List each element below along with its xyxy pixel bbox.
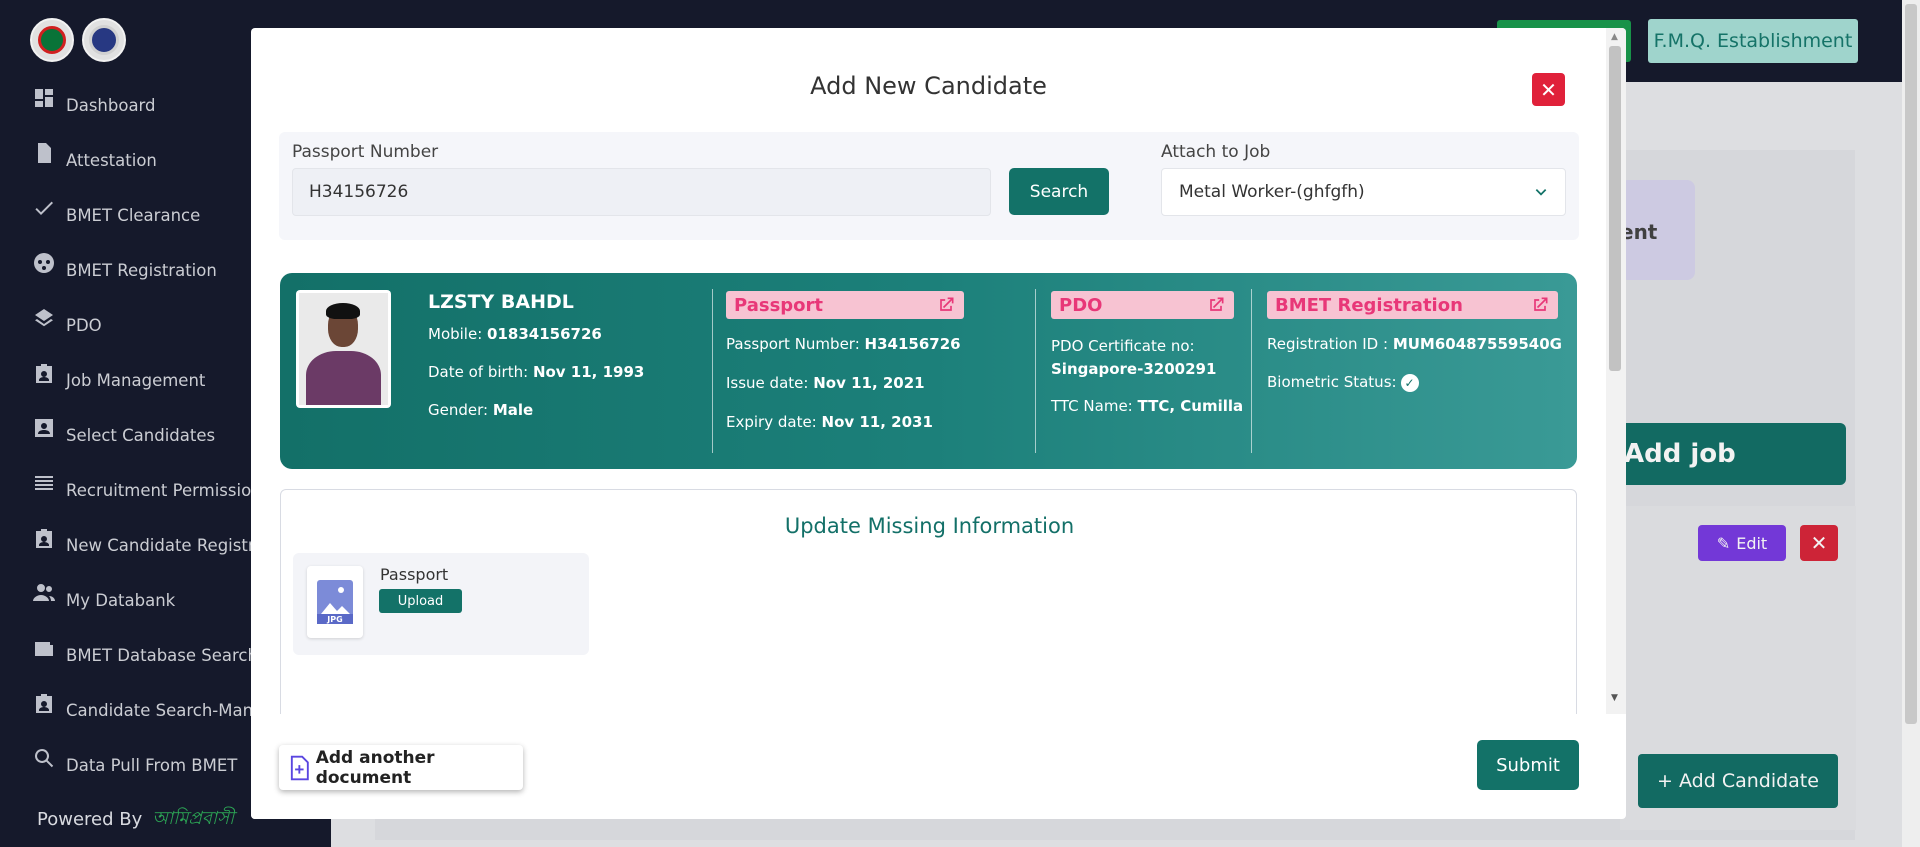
expiry-date-label: Expiry date: (726, 413, 817, 431)
add-candidate-modal: Add New Candidate ✕ Passport Number H341… (251, 28, 1626, 819)
pdo-section-title: PDO (1059, 294, 1103, 316)
pdo-section-header[interactable]: PDO (1051, 291, 1234, 319)
registration-id-value: MUM60487559540G (1392, 335, 1562, 353)
check-circle-icon: ✓ (1400, 373, 1419, 392)
page-scrollbar-thumb[interactable] (1905, 4, 1917, 724)
mobile-label: Mobile: (428, 325, 483, 343)
passport-section-title: Passport (734, 294, 824, 316)
candidate-photo (296, 290, 391, 408)
gender-value: Male (492, 401, 534, 419)
passport-number-label: Passport Number (292, 142, 439, 162)
add-file-icon (290, 755, 309, 780)
ttc-name-value: TTC, Cumilla (1137, 397, 1244, 415)
dob-label: Date of birth: (428, 363, 529, 381)
external-link-icon[interactable] (936, 295, 956, 315)
passport-number-info-value: H34156726 (864, 335, 961, 353)
search-button[interactable]: Search (1009, 168, 1109, 215)
pdo-certificate-label: PDO Certificate no: (1051, 337, 1195, 355)
candidate-mobile: Mobile: 01834156726 (428, 325, 602, 343)
update-missing-info-section: Update Missing Information JPG Passport … (280, 489, 1577, 729)
dob-value: Nov 11, 1993 (532, 363, 645, 381)
modal-close-button[interactable]: ✕ (1532, 73, 1565, 106)
modal-title: Add New Candidate (810, 72, 1047, 100)
biometric-status: Biometric Status: ✓ (1267, 373, 1419, 392)
chevron-down-icon (1535, 189, 1547, 196)
candidate-gender: Gender: Male (428, 401, 533, 419)
close-icon: ✕ (1540, 77, 1557, 102)
page-scrollbar[interactable] (1902, 0, 1920, 847)
passport-section-header[interactable]: Passport (726, 291, 964, 319)
candidate-name: LZSTY BAHDL (428, 291, 574, 313)
jpg-label: JPG (326, 615, 342, 624)
pdo-certificate: PDO Certificate no: Singapore-3200291 (1051, 335, 1231, 381)
biometric-status-label: Biometric Status: (1267, 373, 1397, 391)
external-link-icon[interactable] (1206, 295, 1226, 315)
modal-footer: Add another document Submit (251, 714, 1606, 819)
passport-number-input[interactable]: H34156726 (292, 168, 991, 216)
document-name: Passport (380, 565, 449, 584)
bmet-section-title: BMET Registration (1275, 294, 1463, 316)
add-another-document-label: Add another document (315, 747, 435, 788)
modal-scrollbar-thumb[interactable] (1609, 46, 1621, 371)
divider (1251, 289, 1252, 453)
passport-issue-date: Issue date: Nov 11, 2021 (726, 374, 925, 392)
passport-document-card: JPG Passport Upload (293, 553, 589, 655)
candidate-dob: Date of birth: Nov 11, 1993 (428, 363, 644, 381)
registration-id: Registration ID : MUM60487559540G (1267, 335, 1562, 353)
divider (712, 289, 713, 453)
attach-job-select[interactable]: Metal Worker-(ghfgfh) (1161, 168, 1566, 216)
pdo-certificate-value: Singapore-3200291 (1051, 360, 1217, 378)
submit-button[interactable]: Submit (1477, 740, 1579, 790)
add-another-document-button[interactable]: Add another document (279, 745, 523, 790)
passport-number-info: Passport Number: H34156726 (726, 335, 961, 353)
passport-expiry-date: Expiry date: Nov 11, 2031 (726, 413, 933, 431)
ttc-name: TTC Name: TTC, Cumilla (1051, 397, 1243, 415)
scroll-down-arrow[interactable]: ▼ (1611, 693, 1618, 703)
modal-scrollbar[interactable]: ▲ ▼ (1606, 28, 1626, 714)
upload-button[interactable]: Upload (379, 589, 462, 613)
candidate-info-card: LZSTY BAHDL Mobile: 01834156726 Date of … (280, 273, 1577, 469)
search-panel: Passport Number H34156726 Search Attach … (279, 132, 1579, 240)
passport-number-info-label: Passport Number: (726, 335, 860, 353)
attach-job-label: Attach to Job (1161, 142, 1271, 162)
mobile-value: 01834156726 (487, 325, 602, 343)
update-missing-info-title: Update Missing Information (784, 514, 1075, 538)
ttc-name-label: TTC Name: (1051, 397, 1133, 415)
external-link-icon[interactable] (1530, 295, 1550, 315)
divider (1035, 289, 1036, 453)
bmet-registration-section-header[interactable]: BMET Registration (1267, 291, 1558, 319)
registration-id-label: Registration ID : (1267, 335, 1389, 353)
gender-label: Gender: (428, 401, 489, 419)
issue-date-value: Nov 11, 2021 (813, 374, 925, 392)
jpg-file-icon: JPG (307, 566, 363, 638)
attach-job-value: Metal Worker-(ghfgfh) (1179, 182, 1365, 202)
issue-date-label: Issue date: (726, 374, 809, 392)
expiry-date-value: Nov 11, 2031 (821, 413, 933, 431)
scroll-up-arrow[interactable]: ▲ (1611, 32, 1618, 42)
